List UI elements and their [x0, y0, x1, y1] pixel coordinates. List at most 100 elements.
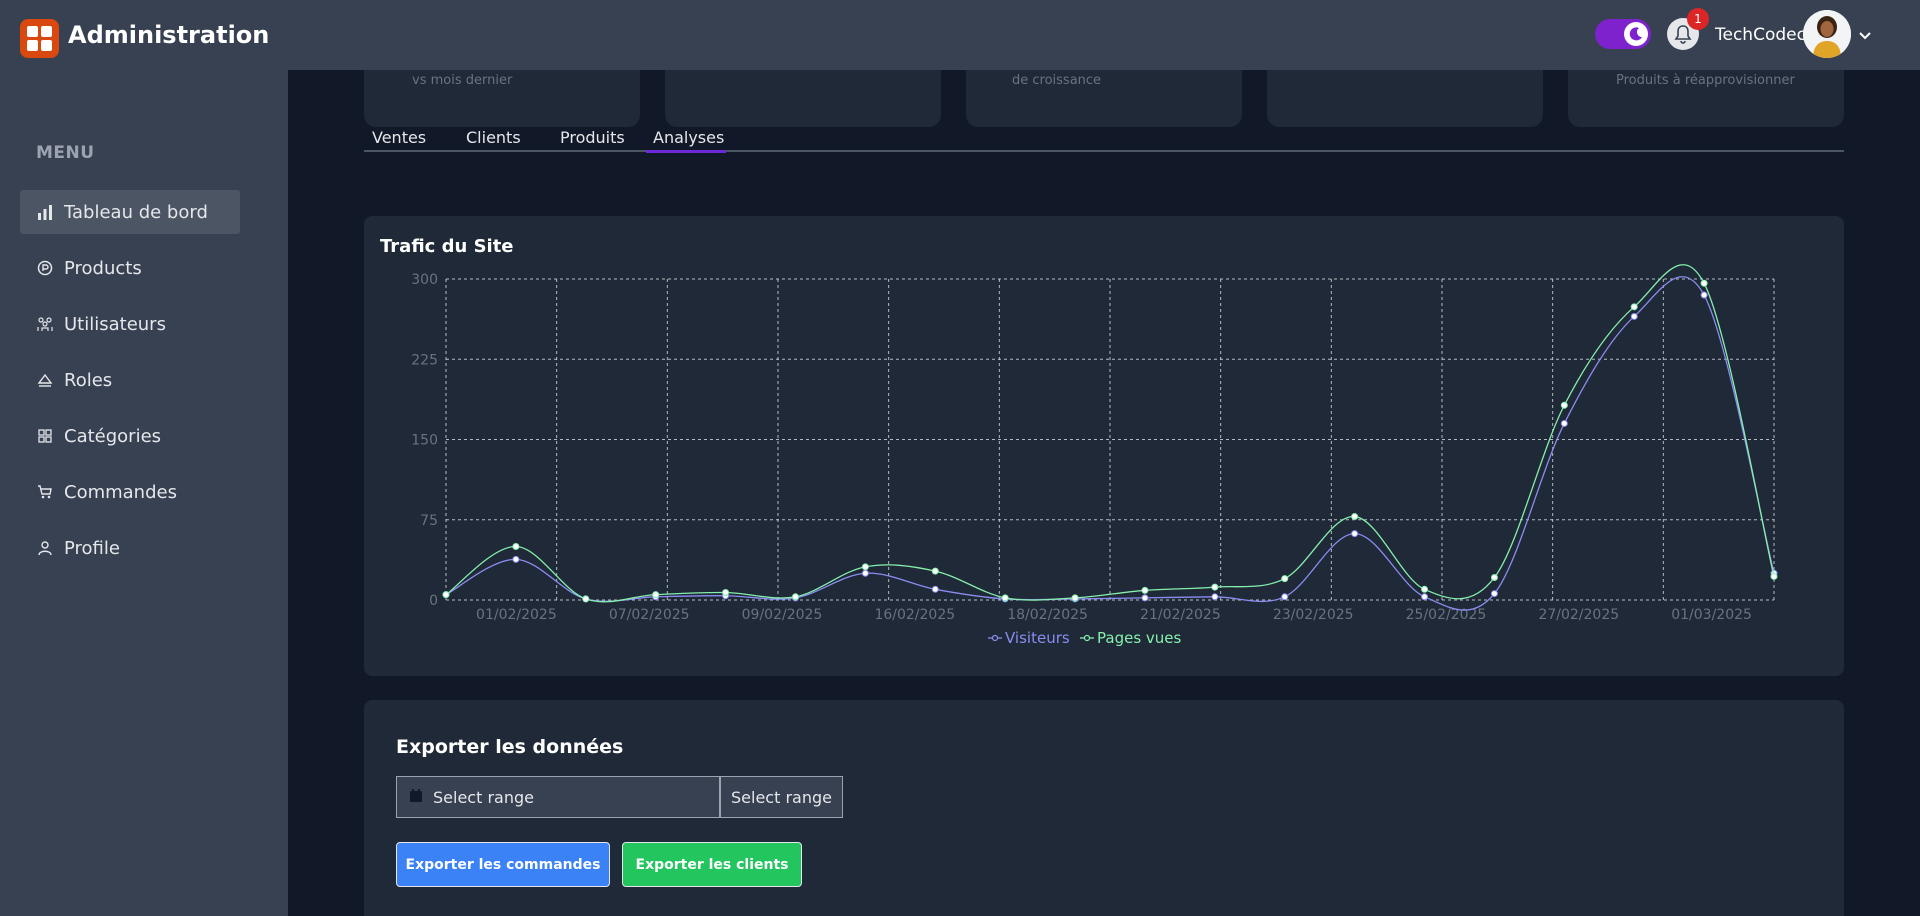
y-tick-label: 0: [429, 593, 438, 609]
sidebar-item-label: Catégories: [64, 425, 162, 447]
data-point: [1351, 513, 1359, 521]
x-tick-label: 27/02/2025: [1538, 607, 1619, 623]
username[interactable]: TechCodec: [1715, 25, 1806, 45]
sidebar-item-profile[interactable]: Profile: [20, 526, 240, 570]
menu-title: MENU: [36, 143, 95, 163]
data-point: [1211, 583, 1219, 591]
sidebar-item-label: Utilisateurs: [64, 313, 166, 335]
data-point: [722, 589, 730, 597]
moon-icon: [1624, 22, 1648, 46]
stat-subtext: de croissance: [1012, 73, 1102, 88]
data-point: [1700, 291, 1708, 299]
grid-icon: [36, 427, 54, 445]
data-point: [1490, 590, 1498, 598]
date-range-input[interactable]: Select range: [396, 776, 720, 818]
app-title: Administration: [68, 21, 270, 49]
data-point: [1421, 585, 1429, 593]
data-point: [1700, 279, 1708, 287]
main-content: vs mois dernier de croissance Produits à…: [288, 70, 1920, 916]
data-point: [1351, 530, 1359, 538]
sidebar: MENU Tableau de bord Products Utilisateu…: [0, 70, 288, 916]
x-tick-label: 16/02/2025: [874, 607, 955, 623]
export-title: Exporter les données: [396, 736, 624, 758]
stat-subtext: Produits à réapprovisionner: [1616, 73, 1795, 88]
data-point: [1490, 574, 1498, 582]
user-icon: [36, 539, 54, 557]
traffic-chart-card: Trafic du Site 0 75 150 225 300 01/02/2025 07/…: [364, 216, 1844, 676]
x-tick-label: 09/02/2025: [742, 607, 823, 623]
x-tick-label: 01/03/2025: [1671, 607, 1752, 623]
sidebar-item-orders[interactable]: Commandes: [20, 470, 240, 514]
roles-icon: [36, 371, 54, 389]
x-tick-label: 01/02/2025: [476, 607, 557, 623]
data-point: [512, 555, 520, 563]
calendar-icon: [409, 788, 423, 807]
export-orders-button[interactable]: Exporter les commandes: [396, 842, 610, 887]
sidebar-item-roles[interactable]: Roles: [20, 358, 240, 402]
bar-chart-icon: [36, 203, 54, 221]
data-point: [1630, 303, 1638, 311]
data-point: [1141, 586, 1149, 594]
legend-label: Visiteurs: [1005, 629, 1070, 647]
data-point: [1560, 419, 1568, 427]
y-tick-label: 75: [420, 513, 438, 529]
y-tick-label: 225: [411, 352, 438, 368]
data-point: [512, 543, 520, 550]
y-tick-label: 300: [411, 272, 438, 288]
data-point: [931, 567, 939, 575]
data-point: [1770, 572, 1778, 580]
tab-bar: Ventes Clients Produits Analyses: [364, 118, 1844, 153]
tab-analytics[interactable]: Analyses: [653, 128, 724, 147]
data-point: [861, 569, 869, 577]
data-point: [1071, 594, 1079, 602]
sidebar-item-label: Commandes: [64, 481, 177, 503]
sidebar-item-label: Roles: [64, 369, 113, 391]
data-point: [442, 591, 450, 599]
data-point: [1630, 312, 1638, 320]
sidebar-item-label: Products: [64, 257, 142, 279]
users-icon: [36, 315, 54, 333]
tab-products[interactable]: Produits: [560, 128, 625, 147]
date-range-button[interactable]: Select range: [720, 776, 843, 818]
x-tick-label: 21/02/2025: [1140, 607, 1221, 623]
data-point: [1560, 401, 1568, 409]
export-clients-button[interactable]: Exporter les clients: [622, 842, 802, 887]
data-point: [861, 563, 869, 571]
data-point: [791, 593, 799, 601]
dark-mode-toggle[interactable]: [1595, 19, 1651, 49]
legend-label: Pages vues: [1097, 629, 1182, 647]
avatar[interactable]: [1803, 10, 1851, 58]
stat-subtext: vs mois dernier: [412, 73, 513, 88]
x-tick-label: 07/02/2025: [609, 607, 690, 623]
top-header: Administration 1 TechCodec: [0, 0, 1920, 70]
product-icon: [36, 259, 54, 277]
notification-badge: 1: [1687, 8, 1709, 30]
cart-icon: [36, 483, 54, 501]
data-point: [652, 591, 660, 599]
sidebar-item-label: Tableau de bord: [64, 201, 208, 223]
x-tick-label: 23/02/2025: [1273, 607, 1354, 623]
sidebar-item-products[interactable]: Products: [20, 246, 240, 290]
export-card: Exporter les données Select range Select…: [364, 700, 1844, 916]
date-range-placeholder: Select range: [433, 787, 534, 807]
app-logo-icon[interactable]: [20, 19, 59, 58]
sidebar-item-users[interactable]: Utilisateurs: [20, 302, 240, 346]
data-point: [1141, 594, 1149, 602]
legend-swatch-marker: [1083, 634, 1091, 642]
tab-sales[interactable]: Ventes: [372, 128, 426, 147]
traffic-chart: 0 75 150 225 300 01/02/2025 07/02/2025 09/02/20…: [411, 264, 1778, 647]
sidebar-item-categories[interactable]: Catégories: [20, 414, 240, 458]
data-point: [1281, 593, 1289, 601]
chevron-down-icon[interactable]: [1858, 26, 1872, 45]
x-tick-label: 25/02/2025: [1406, 607, 1487, 623]
legend-swatch-marker: [991, 634, 999, 642]
x-tick-label: 18/02/2025: [1007, 607, 1088, 623]
data-point: [1001, 594, 1009, 602]
data-point: [1421, 593, 1429, 601]
y-tick-label: 150: [411, 433, 438, 449]
tab-clients[interactable]: Clients: [466, 128, 521, 147]
sidebar-item-dashboard[interactable]: Tableau de bord: [20, 190, 240, 234]
data-point: [931, 585, 939, 593]
data-point: [1281, 575, 1289, 583]
data-point: [1211, 593, 1219, 601]
